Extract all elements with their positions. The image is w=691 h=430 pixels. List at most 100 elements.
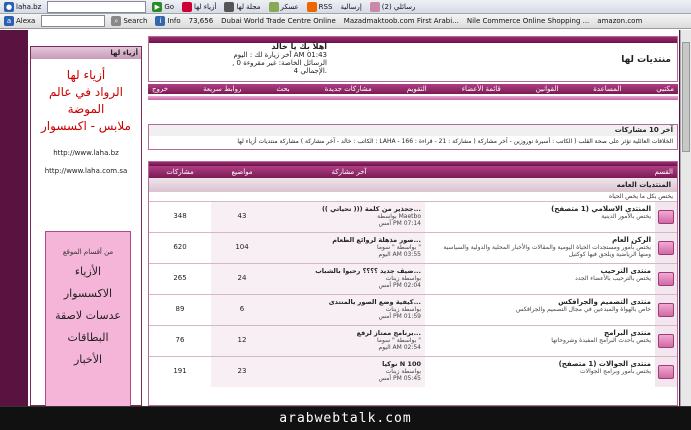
nav-item-logout[interactable]: خروج bbox=[152, 85, 168, 93]
site-name[interactable]: منتديات لها bbox=[621, 55, 671, 65]
private-messages[interactable]: الرسائل الخاصة: غير مقروءة 0 , الإجمالي … bbox=[232, 59, 327, 75]
amazon-link[interactable]: amazon.com bbox=[597, 17, 642, 25]
last-post-author[interactable]: بواسطة " سوما " bbox=[277, 244, 421, 251]
sidebar-url[interactable]: http://www.laha.com.sa bbox=[31, 167, 141, 175]
toolbar-logo-icon: ● bbox=[4, 1, 14, 12]
forum-desc: خاص بالهواة والمبدعين في مجال التصميم وا… bbox=[515, 306, 651, 313]
last-post-author[interactable]: بواسطة Maetbo bbox=[277, 213, 421, 220]
toolbar-link-4[interactable]: RSS bbox=[306, 1, 332, 12]
section-link[interactable]: الأزياء bbox=[46, 265, 130, 278]
forum-icon-cell bbox=[655, 357, 677, 387]
col-posts: مشاركات bbox=[166, 168, 194, 176]
vertical-scrollbar[interactable] bbox=[680, 30, 691, 406]
go-button[interactable]: ▶ Go bbox=[152, 1, 174, 12]
welcome-panel: أهلاً بك يا خالد آخر زيارة لك : اليوم AM… bbox=[207, 43, 327, 76]
last-post-cell: كيفية وضع الصور بالمنتدى... بواسطة زينات أ… bbox=[273, 295, 425, 325]
toolbar-link-label: إرسالية bbox=[340, 2, 362, 11]
forum-desc: يختص بالترحيب بالأعضاء الجدد bbox=[575, 275, 651, 282]
forum-name[interactable]: منتدى التصميم والجرافكس bbox=[429, 298, 651, 306]
section-link[interactable]: الأخبار bbox=[46, 353, 130, 366]
toolbar-link-2[interactable]: مجلة لها bbox=[224, 1, 261, 12]
last-post-author[interactable]: بواسطة " سوما " bbox=[277, 337, 421, 344]
search-icon: ⌕ bbox=[111, 16, 122, 26]
section-title[interactable]: المنتديات العامه bbox=[149, 178, 677, 192]
posts-count: 76 bbox=[149, 326, 211, 356]
nav-item-calendar[interactable]: التقويم bbox=[407, 85, 427, 93]
topics-count: 23 bbox=[211, 357, 273, 387]
toolbar-link-3[interactable]: عسكر bbox=[268, 1, 299, 12]
toolbar-logo[interactable]: ● laha.bz bbox=[4, 1, 42, 12]
toolbar-link-5[interactable]: إرسالية bbox=[340, 3, 361, 11]
forum-icon-cell bbox=[655, 326, 677, 356]
toolbar-link-label: رسائلي (2) bbox=[381, 2, 416, 11]
toolbar-link-1[interactable]: أزياء لها bbox=[182, 1, 217, 12]
forum-name[interactable]: المنتدى الاسلامي (1 متصفح) bbox=[429, 205, 651, 213]
alexa-logo[interactable]: a Alexa bbox=[4, 16, 35, 26]
sidebar-ad[interactable]: أزياء لها الرواد في عالم الموضة ملابس - … bbox=[31, 67, 141, 135]
last-post-cell: نوكيا N 100 بواسطة زينات أمس PM 05:45 bbox=[273, 357, 425, 387]
address-text: laha.bz bbox=[16, 2, 42, 11]
rank-value: 73,656 bbox=[188, 17, 214, 25]
alexa-link-2[interactable]: Mazadmaktoob.com First Arabi... bbox=[344, 17, 459, 25]
forum-name[interactable]: منتدى الترحيب bbox=[429, 267, 652, 275]
col-forum: القسم bbox=[654, 168, 673, 176]
last-post-title[interactable]: كيفية وضع الصور بالمنتدى... bbox=[277, 298, 421, 306]
section-link[interactable]: البطاقات bbox=[46, 331, 130, 344]
alexa-info-button[interactable]: i Info bbox=[155, 16, 181, 26]
forum-name[interactable]: منتدى الجوالات (1 متصفح) bbox=[429, 360, 651, 368]
section-link[interactable]: عدسات لاصقة bbox=[46, 309, 130, 322]
alexa-search-button[interactable]: ⌕ Search bbox=[111, 16, 147, 26]
last-post-title[interactable]: برنامج ممتاز لرفع... bbox=[277, 329, 421, 337]
left-frame-border bbox=[0, 30, 28, 406]
last-post-date: أمس PM 02:04 bbox=[378, 282, 421, 289]
section-link[interactable]: الاكسسوار bbox=[46, 287, 130, 300]
nav-item-search[interactable]: بحث bbox=[276, 85, 289, 93]
forum-name-cell: منتدى الجوالات (1 متصفح) يختص بأمور وبرام… bbox=[425, 357, 655, 387]
alexa-search-input[interactable] bbox=[41, 15, 106, 27]
forum-icon-cell bbox=[655, 233, 677, 263]
forum-rows: المنتدى الاسلامي (1 متصفح) يختص بالأمور ا… bbox=[149, 201, 677, 387]
toolbar-link-label: أزياء لها bbox=[194, 2, 217, 11]
scrollbar-thumb[interactable] bbox=[682, 42, 690, 152]
last-post-author[interactable]: بواسطة زينات bbox=[277, 306, 421, 313]
last-post-title[interactable]: جحذير من كلمة ((( تحياتي ))... bbox=[277, 205, 421, 213]
toolbar-search-input[interactable] bbox=[47, 0, 147, 13]
last-post-title[interactable]: صور مذهلة لروائع الطعام... bbox=[277, 236, 421, 244]
forum-row: منتدى التصميم والجرافكس خاص بالهواة والمب… bbox=[149, 294, 677, 325]
latest-posts-ticker[interactable]: مشاركة منتديات أزياء لها ( الكاتب : خالد… bbox=[149, 136, 677, 148]
last-post-author[interactable]: بواسطة زينات bbox=[277, 275, 421, 282]
forum-folder-icon bbox=[658, 334, 674, 348]
last-post-cell: صور مذهلة لروائع الطعام... بواسطة " سوما … bbox=[273, 233, 425, 263]
nav-item-new-posts[interactable]: مشاركات جديدة bbox=[325, 85, 372, 93]
last-post-title[interactable]: نوكيا N 100 bbox=[277, 360, 421, 368]
last-post-author[interactable]: بواسطة زينات bbox=[277, 368, 421, 375]
forum-name-cell: منتدى الترحيب يختص بالترحيب بالأعضاء الجد… bbox=[425, 264, 655, 294]
alexa-link-1[interactable]: Dubai World Trade Centre Online bbox=[221, 17, 336, 25]
forum-name-cell: المنتدى الاسلامي (1 متصفح) يختص بالأمور ا… bbox=[425, 202, 655, 232]
amazon-label: amazon.com bbox=[597, 17, 643, 25]
ad-line: أزياء لها bbox=[66, 68, 106, 82]
col-last-post: آخر مشاركة bbox=[331, 168, 367, 176]
forum-name[interactable]: منتدى البرامج bbox=[429, 329, 651, 337]
alexa-link-3[interactable]: Nile Commerce Online Shopping ... bbox=[467, 17, 589, 25]
nav-item-members[interactable]: قائمة الأعضاء bbox=[462, 85, 501, 93]
go-icon: ▶ bbox=[152, 1, 163, 12]
navbar: مكتبي المساعدة القوانين قائمة الأعضاء ال… bbox=[148, 84, 678, 108]
topics-count: 43 bbox=[211, 202, 273, 232]
sidebar-url[interactable]: http://www.laha.bz bbox=[31, 149, 141, 157]
forum-name[interactable]: الركن العام bbox=[429, 236, 651, 244]
forum-name-cell: منتدى البرامج يختص بأحدث البرامج المفيدة … bbox=[425, 326, 655, 356]
nav-item-mycp[interactable]: مكتبي bbox=[656, 85, 674, 93]
nav-item-help[interactable]: المساعدة bbox=[593, 85, 621, 93]
posts-count: 89 bbox=[149, 295, 211, 325]
latest-posts-title: آخر 10 مشاركات bbox=[149, 125, 677, 136]
nav-item-rules[interactable]: القوانين bbox=[536, 85, 559, 93]
last-post-title[interactable]: ضيف جديد ؟؟؟؟ رحبوا بالشباب... bbox=[277, 267, 421, 275]
user-icon bbox=[268, 1, 279, 12]
last-post-cell: برنامج ممتاز لرفع... بواسطة " سوما " اليوم… bbox=[273, 326, 425, 356]
topics-count: 24 bbox=[211, 264, 273, 294]
nav-item-quick-links[interactable]: روابط سريعة bbox=[203, 85, 241, 93]
forum-folder-icon bbox=[658, 272, 674, 286]
toolbar-link-6[interactable]: رسائلي (2) bbox=[369, 1, 416, 12]
alexa-link-label: Dubai World Trade Centre Online bbox=[221, 17, 336, 25]
